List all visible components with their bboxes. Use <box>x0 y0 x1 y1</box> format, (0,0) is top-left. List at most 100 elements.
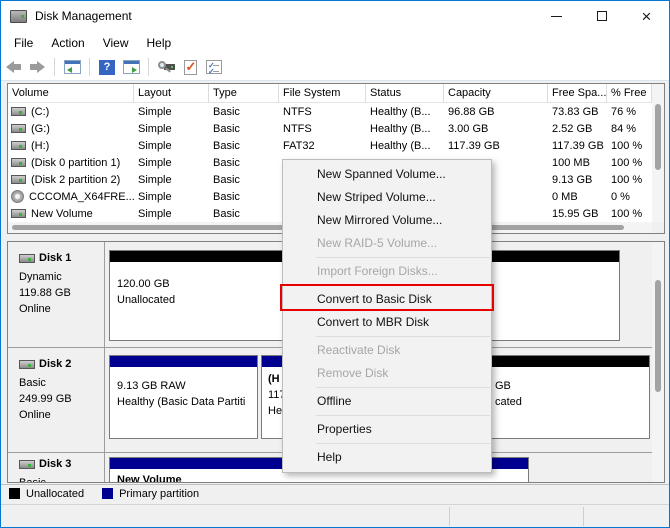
cell-free: 73.83 GB <box>548 106 607 118</box>
menu-item-offline[interactable]: Offline <box>283 390 491 413</box>
cell-layout: Simple <box>134 174 209 186</box>
menu-item-new-mirrored-volume[interactable]: New Mirrored Volume... <box>283 209 491 232</box>
cell-capacity: 117.39 GB <box>444 140 548 152</box>
disk-icon <box>19 460 35 469</box>
column-file-system[interactable]: File System <box>279 84 366 102</box>
disk3-label-panel[interactable]: Disk 3 Basic <box>8 453 105 483</box>
cell-capacity: 3.00 GB <box>444 123 548 135</box>
cell-free: 100 MB <box>548 157 607 169</box>
cell-type: Basic <box>209 123 279 135</box>
status-bar-divider <box>449 507 450 526</box>
minimize-button[interactable] <box>534 1 579 31</box>
cell-type: Basic <box>209 106 279 118</box>
action-pane-icon[interactable] <box>119 56 143 78</box>
toolbar-separator <box>89 58 90 76</box>
cell-fs: NTFS <box>279 123 366 135</box>
console-tree-icon[interactable] <box>60 56 84 78</box>
vertical-scrollbar[interactable] <box>652 84 664 222</box>
column-volume[interactable]: Volume <box>8 84 134 102</box>
volume-name: (H:) <box>31 140 49 152</box>
cell-pct-free: 0 % <box>607 191 652 203</box>
menu-item-properties[interactable]: Properties <box>283 418 491 441</box>
menu-help[interactable]: Help <box>138 33 181 53</box>
drive-icon <box>11 175 26 184</box>
rescan-disks-icon[interactable] <box>154 56 178 78</box>
unallocated-swatch <box>9 488 20 499</box>
column-layout[interactable]: Layout <box>134 84 209 102</box>
volume-name: CCCOMA_X64FRE... <box>29 191 134 203</box>
cell-layout: Simple <box>134 140 209 152</box>
disk-size: 119.88 GB <box>19 285 100 301</box>
caption-buttons: × <box>534 1 669 31</box>
maximize-button[interactable] <box>579 1 624 31</box>
cell-pct-free: 100 % <box>607 174 652 186</box>
disk-name: Disk 1 <box>39 252 71 264</box>
menu-action[interactable]: Action <box>42 33 93 53</box>
menu-item-convert-to-mbr-disk[interactable]: Convert to MBR Disk <box>283 311 491 334</box>
table-row[interactable]: (C:) Simple Basic NTFS Healthy (B... 96.… <box>8 103 652 120</box>
disk-status: Online <box>19 407 100 423</box>
back-arrow-icon[interactable] <box>1 56 25 78</box>
forward-arrow-icon[interactable] <box>25 56 49 78</box>
partition-name: New Volume <box>117 472 528 483</box>
red-highlight-box <box>280 284 494 311</box>
disk-name: Disk 2 <box>39 358 71 370</box>
vertical-scrollbar[interactable] <box>652 242 664 482</box>
properties-list-icon[interactable]: ✓✓ <box>202 56 226 78</box>
disk2-label-panel[interactable]: Disk 2 Basic 249.99 GB Online <box>8 348 105 452</box>
cell-status: Healthy (B... <box>366 140 444 152</box>
maximize-icon <box>597 11 607 21</box>
primary-color-bar <box>110 356 257 369</box>
menu-separator <box>316 415 490 416</box>
menu-view[interactable]: View <box>94 33 138 53</box>
disk1-label-panel[interactable]: Disk 1 Dynamic 119.88 GB Online <box>8 242 105 347</box>
menu-item-new-striped-volume[interactable]: New Striped Volume... <box>283 186 491 209</box>
cell-type: Basic <box>209 157 279 169</box>
check-document-icon[interactable]: ✓ <box>178 56 202 78</box>
disk-management-window: Disk Management × File Action View Help … <box>0 0 670 528</box>
column-capacity[interactable]: Capacity <box>444 84 548 102</box>
menu-separator <box>316 257 490 258</box>
disk2-partition-1[interactable]: 9.13 GB RAW Healthy (Basic Data Partiti <box>109 355 258 439</box>
disk-type: Basic <box>19 375 100 391</box>
column-type[interactable]: Type <box>209 84 279 102</box>
window-title: Disk Management <box>35 9 132 23</box>
cell-pct-free: 100 % <box>607 140 652 152</box>
drive-icon <box>11 209 26 218</box>
legend-label: Primary partition <box>119 488 199 500</box>
drive-icon <box>11 141 26 150</box>
menu-bar: File Action View Help <box>1 31 669 54</box>
cell-layout: Simple <box>134 123 209 135</box>
app-icon <box>10 10 27 23</box>
table-row[interactable]: (G:) Simple Basic NTFS Healthy (B... 3.0… <box>8 120 652 137</box>
cell-free: 0 MB <box>548 191 607 203</box>
menu-file[interactable]: File <box>1 33 42 53</box>
cell-status: Healthy (B... <box>366 123 444 135</box>
column-free-space[interactable]: Free Spa... <box>548 84 607 102</box>
scrollbar-corner <box>652 222 664 233</box>
scrollbar-thumb[interactable] <box>655 280 661 392</box>
menu-item-new-spanned-volume[interactable]: New Spanned Volume... <box>283 163 491 186</box>
cell-free: 15.95 GB <box>548 208 607 220</box>
volume-name: (C:) <box>31 106 49 118</box>
cell-status: Healthy (B... <box>366 106 444 118</box>
scrollbar-thumb[interactable] <box>655 104 661 170</box>
close-icon: × <box>642 8 652 25</box>
cell-free: 2.52 GB <box>548 123 607 135</box>
help-icon[interactable]: ? <box>95 56 119 78</box>
partition-status: Healthy (Basic Data Partiti <box>117 394 257 410</box>
partition-size: GB <box>495 378 649 394</box>
column-status[interactable]: Status <box>366 84 444 102</box>
toolbar: ? ✓ ✓✓ <box>1 54 669 81</box>
column-pct-free[interactable]: % Free <box>607 84 652 102</box>
cell-type: Basic <box>209 140 279 152</box>
table-row[interactable]: (H:) Simple Basic FAT32 Healthy (B... 11… <box>8 137 652 154</box>
toolbar-separator <box>54 58 55 76</box>
partition-status: cated <box>495 394 649 410</box>
cell-free: 117.39 GB <box>548 140 607 152</box>
menu-item-help[interactable]: Help <box>283 446 491 469</box>
partition-size: 9.13 GB RAW <box>117 378 257 394</box>
menu-item-reactivate-disk: Reactivate Disk <box>283 339 491 362</box>
volume-name: (G:) <box>31 123 50 135</box>
close-button[interactable]: × <box>624 1 669 31</box>
